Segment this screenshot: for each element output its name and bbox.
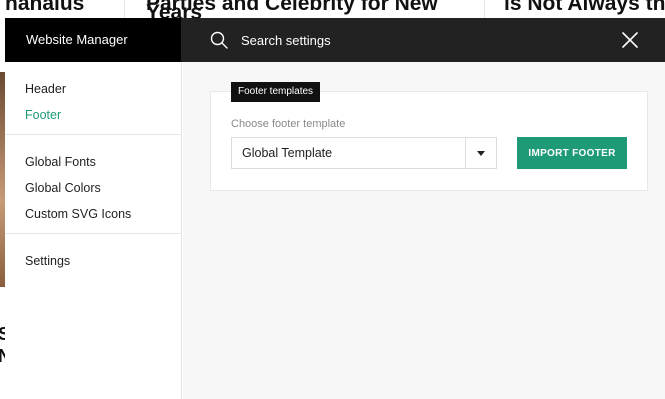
- footer-template-select[interactable]: Global Template: [231, 137, 497, 169]
- sidebar-item-global-fonts[interactable]: Global Fonts: [5, 149, 181, 175]
- footer-template-select-value: Global Template: [242, 146, 333, 160]
- import-footer-button[interactable]: IMPORT FOOTER: [517, 137, 627, 169]
- background-headline-left: hanalus: [5, 0, 85, 15]
- sidebar-item-settings[interactable]: Settings: [5, 248, 181, 274]
- search-icon: [210, 31, 228, 49]
- sidebar-item-header[interactable]: Header: [5, 76, 181, 102]
- chevron-down-icon: [477, 151, 485, 156]
- sidebar-item-custom-svg-icons[interactable]: Custom SVG Icons: [5, 201, 181, 227]
- sidebar-group-settings: Settings: [5, 234, 181, 280]
- background-divider: [124, 0, 125, 18]
- background-headline-center-line2: Years: [146, 2, 246, 18]
- sidebar: Header Footer Global Fonts Global Colors…: [5, 62, 182, 399]
- main-content: Footer templates Choose footer template …: [183, 62, 665, 399]
- search-input[interactable]: [241, 30, 601, 50]
- sidebar-group-layout: Header Footer: [5, 62, 181, 135]
- footer-templates-panel: Footer templates Choose footer template …: [210, 82, 648, 191]
- footer-template-label: Choose footer template: [231, 118, 346, 130]
- top-bar: Website Manager: [5, 18, 665, 62]
- select-divider: [465, 138, 466, 168]
- sidebar-item-footer[interactable]: Footer: [5, 102, 181, 128]
- background-headline-right: is Not Always the: [504, 0, 665, 15]
- background-divider: [484, 0, 485, 18]
- panel-tag: Footer templates: [231, 82, 321, 102]
- app-title: Website Manager: [5, 18, 181, 62]
- close-icon[interactable]: [622, 32, 638, 48]
- background-headline-center-line2-text: Years: [146, 2, 203, 18]
- background-headline-strip: hanalus Parties and Celebrity for New is…: [0, 0, 665, 18]
- sidebar-group-global: Global Fonts Global Colors Custom SVG Ic…: [5, 135, 181, 234]
- sidebar-item-global-colors[interactable]: Global Colors: [5, 175, 181, 201]
